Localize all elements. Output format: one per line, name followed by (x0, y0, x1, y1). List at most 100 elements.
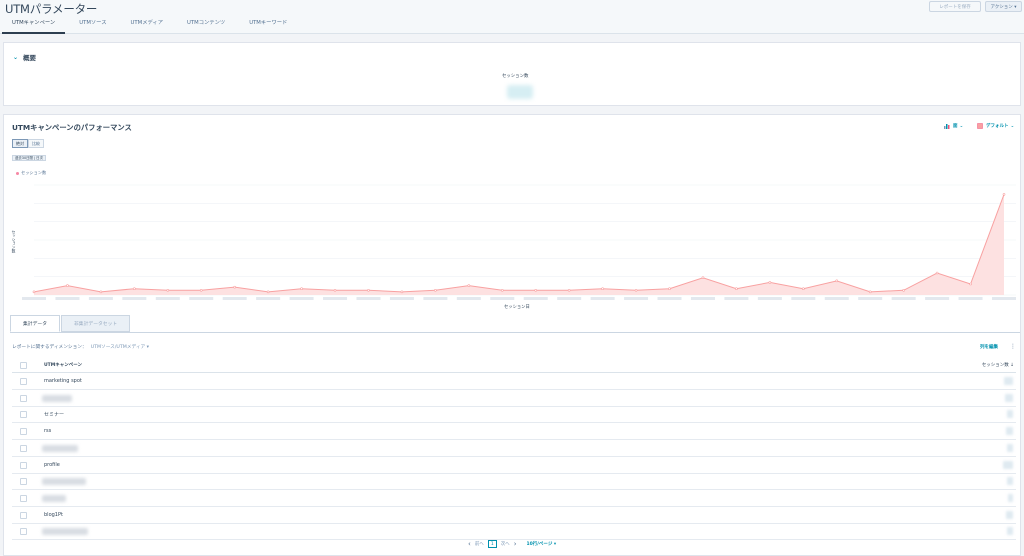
x-tick-label-redacted (356, 297, 381, 300)
campaign-name: rss (44, 428, 52, 435)
data-point (835, 279, 839, 283)
page-title: UTMパラメーター (5, 2, 98, 16)
summary-title: 概要 (23, 54, 37, 62)
data-point (434, 288, 437, 292)
row-checkbox[interactable] (20, 444, 27, 452)
x-tick-label-redacted (757, 297, 782, 300)
series-line (33, 194, 1005, 293)
table-row[interactable] (12, 490, 1016, 507)
row-checkbox[interactable] (20, 394, 27, 402)
row-checkbox[interactable] (20, 511, 27, 519)
chevron-left-icon[interactable]: ‹ (468, 540, 471, 548)
x-tick-label-redacted (858, 297, 883, 300)
tab-utm-keyword[interactable]: UTMキーワード (237, 16, 299, 34)
tab-utm-medium[interactable]: UTMメディア (119, 16, 176, 34)
row-checkbox[interactable] (20, 378, 27, 385)
page-size-dropdown[interactable]: 10行/ページ ▾ (527, 541, 557, 547)
chevron-down-icon: ⌄ (1010, 123, 1015, 129)
page-number-current[interactable]: 1 (487, 540, 497, 548)
chart-style-label: デフォルト (986, 124, 1009, 129)
prev-page-button[interactable]: 前へ (475, 541, 484, 547)
data-point (735, 287, 738, 291)
x-tick-label-redacted (423, 297, 448, 300)
table-row[interactable]: セミナー (12, 406, 1016, 424)
column-header-campaign[interactable]: UTMキャンペーン (44, 362, 82, 368)
data-point (1002, 193, 1006, 196)
select-all-checkbox[interactable] (20, 362, 27, 369)
chevron-right-icon[interactable]: › (514, 540, 517, 548)
row-checkbox[interactable] (20, 478, 27, 486)
chevron-down-icon[interactable]: ⌄ (13, 54, 18, 61)
data-point (99, 290, 103, 294)
campaign-name-redacted (42, 444, 78, 452)
table-row[interactable] (12, 390, 1016, 407)
x-tick-label-redacted (624, 297, 649, 300)
tab-utm-content[interactable]: UTMコンテンツ (175, 16, 237, 34)
more-options-icon[interactable]: ⋮ (1010, 343, 1016, 350)
chart-type-dropdown[interactable]: 面 ⌄ (944, 123, 963, 129)
table-row[interactable]: blog1Pt (12, 507, 1016, 524)
row-checkbox[interactable] (20, 461, 27, 469)
sessions-value-redacted (1006, 427, 1013, 436)
column-header-sessions[interactable]: セッション数 ↓ (982, 362, 1014, 368)
x-tick-label-redacted (958, 297, 983, 300)
x-tick-label-redacted (456, 297, 481, 300)
tab-utm-source[interactable]: UTMソース (67, 16, 118, 34)
row-checkbox[interactable] (20, 428, 27, 436)
table-row[interactable] (12, 440, 1016, 457)
data-point (300, 287, 303, 291)
sessions-value-redacted (1007, 410, 1013, 419)
campaign-name: marketing spot (44, 378, 82, 384)
data-point (66, 284, 69, 287)
x-tick-label-redacted (323, 297, 348, 300)
x-tick-label-redacted (155, 297, 180, 300)
tab-unaggregated-dataset[interactable]: 非集計データセット (61, 315, 131, 332)
data-point (367, 288, 370, 292)
data-point (601, 287, 604, 291)
data-point (199, 288, 203, 292)
campaign-name-redacted (42, 478, 86, 486)
x-tick-label-redacted (523, 297, 548, 300)
save-report-button[interactable]: レポートを保存 (929, 1, 981, 12)
data-point (400, 290, 404, 294)
chart-style-dropdown[interactable]: デフォルト ⌄ (977, 123, 1014, 129)
data-point (969, 282, 972, 286)
table-row[interactable]: marketing spot (12, 373, 1016, 390)
table-row[interactable]: rss (12, 423, 1016, 441)
table-header: UTMキャンペーン セッション数 ↓ (12, 358, 1016, 373)
data-point (534, 288, 538, 292)
toggle-compare[interactable]: 比較 (28, 139, 44, 148)
toggle-absolute[interactable]: 絶対 (12, 139, 28, 148)
actions-dropdown-button[interactable]: アクション ▾ (985, 1, 1022, 12)
next-page-button[interactable]: 次へ (501, 541, 510, 547)
row-checkbox[interactable] (20, 411, 27, 419)
summary-header[interactable]: ⌄ 概要 (13, 52, 37, 63)
x-tick-label-redacted (88, 297, 113, 300)
data-point (133, 287, 136, 291)
data-point (233, 285, 236, 289)
dimension-prefix: レポートに関するディメンション： (12, 345, 87, 350)
row-checkbox[interactable] (20, 528, 27, 536)
x-tick-label-redacted (122, 297, 147, 300)
date-range-chip[interactable]: 過去30日間 | 日次 (12, 155, 46, 161)
tab-utm-campaign[interactable]: UTMキャンペーン (0, 16, 67, 34)
table-row[interactable] (12, 523, 1016, 541)
performance-card: UTMキャンペーンのパフォーマンス 面 ⌄ デフォルト ⌄ 絶対 比較 過去30… (3, 114, 1021, 556)
row-checkbox[interactable] (20, 494, 27, 502)
campaign-name: profile (44, 461, 60, 468)
table-row[interactable] (12, 473, 1016, 491)
campaign-name-redacted (42, 494, 66, 502)
area-chart-icon (944, 124, 950, 129)
sessions-area-chart (22, 184, 1016, 300)
campaign-name: blog1Pt (44, 511, 63, 518)
table-row[interactable]: profile (12, 457, 1016, 474)
x-tick-label-redacted (992, 297, 1016, 300)
sessions-value-redacted (1007, 477, 1013, 486)
campaign-name: セミナー (44, 412, 65, 419)
edit-columns-button[interactable]: 列を編集 (980, 344, 998, 350)
tab-aggregated-data[interactable]: 集計データ (10, 315, 60, 332)
sessions-value-redacted (1004, 377, 1013, 385)
dimension-dropdown[interactable]: UTMソース/UTMメディア ▾ (91, 344, 149, 350)
x-tick-label-redacted (590, 297, 615, 300)
divider (10, 332, 1020, 333)
